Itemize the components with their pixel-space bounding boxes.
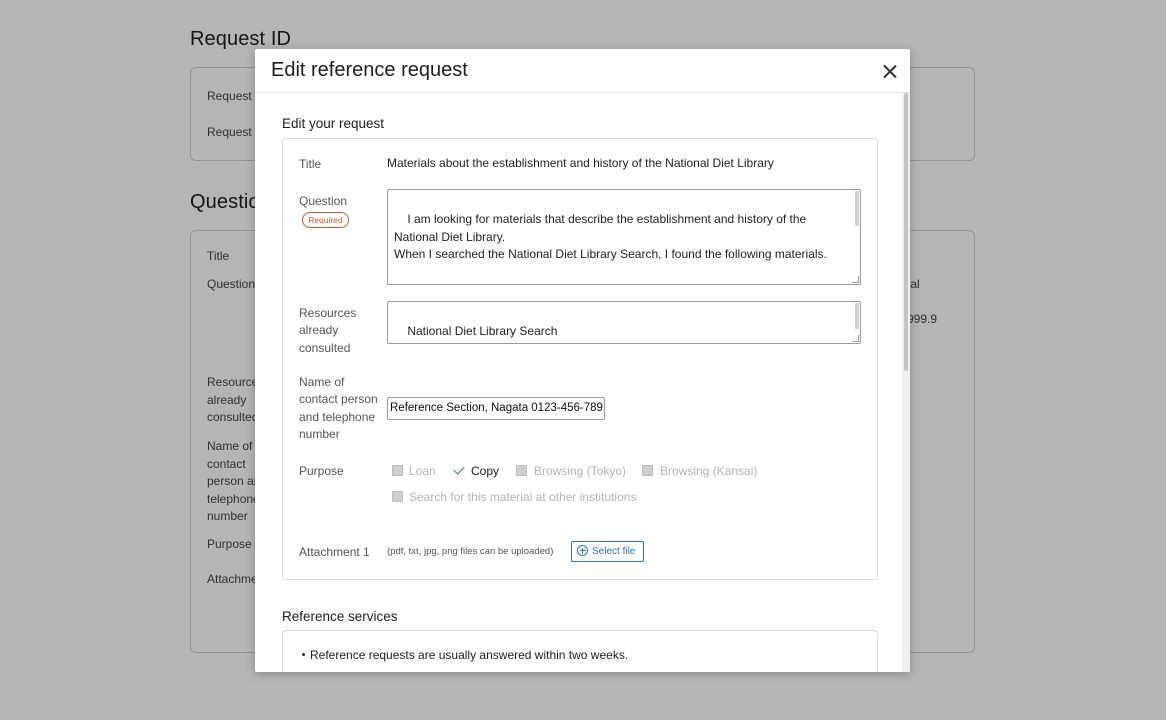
resize-grip-icon[interactable] [852,276,859,283]
bullet-icon [302,653,305,657]
resources-label: Resources already consulted [299,306,357,355]
attachment-note: (pdf, txt, jpg, png files can be uploade… [387,546,554,557]
question-textarea-scrollbar[interactable] [855,191,859,226]
purpose-browsing-tokyo-label: Browsing (Tokyo) [534,464,627,478]
edit-section-title: Edit your request [282,116,385,131]
services-section-title: Reference services [282,609,398,624]
resources-textarea-scrollbar[interactable] [855,303,859,329]
modal-scrollbar-thumb[interactable] [904,93,908,371]
services-bullet: Reference requests are usually answered … [302,648,628,662]
purpose-label: Purpose [299,464,344,478]
edit-request-modal: Edit reference request Edit your request… [255,49,910,672]
purpose-loan-checkbox[interactable] [392,465,403,476]
purpose-browsing-kansai-label: Browsing (Kansai) [660,464,758,478]
close-icon[interactable] [879,61,901,83]
contact-input[interactable]: Reference Section, Nagata 0123-456-789 [387,397,605,420]
required-badge: Required [302,212,349,228]
modal-header: Edit reference request [255,49,910,93]
select-file-button[interactable]: Select file [571,541,644,562]
title-value: Materials about the establishment and hi… [387,156,774,170]
contact-label: Name of contact person and telephone num… [299,375,378,441]
services-bullet-text: Reference requests are usually answered … [310,648,629,662]
purpose-other-institutions-label: Search for this material at other instit… [409,490,637,504]
plus-circle-icon [577,545,588,556]
purpose-browsing-kansai-checkbox[interactable] [642,465,653,476]
modal-title: Edit reference request [271,59,468,81]
purpose-browsing-tokyo-checkbox[interactable] [516,465,527,476]
purpose-copy-label: Copy [471,464,500,478]
resources-text: National Diet Library Search Library mag… [394,324,688,343]
title-label: Title [299,157,322,171]
question-text: I am looking for materials that describe… [394,212,827,284]
question-textarea[interactable]: I am looking for materials that describe… [387,189,861,285]
purpose-other-institutions-checkbox[interactable] [392,491,403,502]
resources-textarea[interactable]: National Diet Library Search Library mag… [387,301,861,344]
question-label: Question [299,194,348,208]
attachment-label: Attachment 1 [299,545,370,559]
purpose-loan-label: Loan [409,464,436,478]
resize-grip-icon[interactable] [852,335,859,342]
select-file-label: Select file [592,546,636,557]
